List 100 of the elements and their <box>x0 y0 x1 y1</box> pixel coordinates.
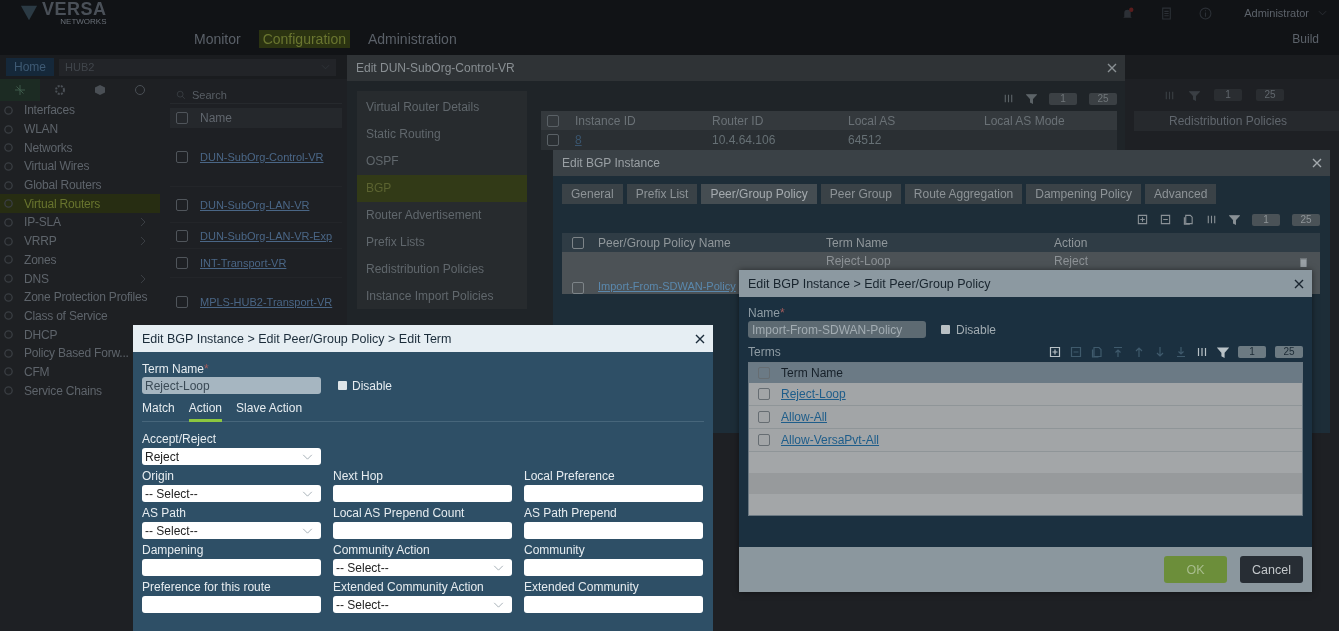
select-field[interactable]: Reject <box>142 448 321 465</box>
tab[interactable]: Peer Group <box>820 184 901 204</box>
tab[interactable]: Prefix List <box>626 184 698 204</box>
checkbox[interactable] <box>572 282 584 294</box>
text-field[interactable] <box>524 596 703 613</box>
sidebar-item[interactable]: WLAN <box>0 119 60 139</box>
columns-icon[interactable] <box>1196 345 1208 358</box>
text-field[interactable] <box>142 559 321 576</box>
trash-icon[interactable] <box>1300 258 1307 267</box>
instance-link[interactable]: 8 <box>575 133 712 147</box>
checkbox[interactable] <box>941 325 950 334</box>
close-icon[interactable] <box>695 333 705 344</box>
checkbox[interactable] <box>572 236 584 249</box>
checkbox[interactable] <box>176 229 188 242</box>
select-field[interactable]: -- Select-- <box>142 485 321 502</box>
router-link[interactable]: MPLS-HUB2-Transport-VR <box>200 295 333 308</box>
menu-item[interactable]: Prefix Lists <box>357 229 527 256</box>
tab[interactable]: Slave Action <box>236 401 303 422</box>
nav-tab[interactable]: Administration <box>363 30 461 48</box>
checkbox[interactable] <box>338 381 347 390</box>
checkbox[interactable] <box>547 114 559 127</box>
sidebar-item[interactable]: DNS <box>0 269 160 288</box>
menu-item[interactable]: Static Routing <box>357 121 527 148</box>
document-icon[interactable] <box>1160 6 1174 20</box>
sidebar-item[interactable]: DHCP <box>0 325 60 344</box>
sidebar-item[interactable]: CFM <box>0 362 52 382</box>
tab[interactable]: Route Aggregation <box>904 184 1023 204</box>
sidebar-item[interactable]: Interfaces <box>0 101 77 120</box>
nav-tab[interactable]: Configuration <box>258 30 350 48</box>
sidebar-item[interactable]: Zones <box>0 250 59 270</box>
checkbox[interactable] <box>758 411 770 423</box>
checkbox[interactable] <box>758 388 770 400</box>
tab[interactable]: General <box>562 184 623 204</box>
router-link[interactable]: DUN-SubOrg-Control-VR <box>200 151 324 163</box>
sidebar-item[interactable]: Global Routers <box>0 175 104 195</box>
arrow-up-icon[interactable] <box>1133 345 1145 358</box>
cancel-button[interactable]: Cancel <box>1240 556 1303 583</box>
checkbox[interactable] <box>176 151 188 163</box>
page-field[interactable]: 1 <box>1252 213 1280 226</box>
move-top-icon[interactable] <box>1112 345 1124 358</box>
search-field[interactable]: Search <box>170 87 342 104</box>
close-icon[interactable] <box>1294 278 1304 289</box>
bell-icon[interactable] <box>1121 6 1135 20</box>
nav-tab[interactable]: Monitor <box>190 30 245 48</box>
tab[interactable]: Peer/Group Policy <box>701 184 817 204</box>
text-field[interactable] <box>142 596 321 613</box>
menu-item[interactable]: OSPF <box>357 148 527 175</box>
router-link[interactable]: DUN-SubOrg-LAN-VR-Exp <box>200 229 333 242</box>
router-link[interactable]: DUN-SubOrg-LAN-VR <box>200 198 310 211</box>
tab[interactable]: Match <box>142 401 175 422</box>
checkbox[interactable] <box>758 434 770 446</box>
sidebar-item[interactable]: Networks <box>0 138 75 158</box>
sidebar-item[interactable]: VRRP <box>0 231 160 251</box>
checkbox[interactable] <box>547 134 559 146</box>
page-field[interactable]: 1 <box>1238 345 1266 358</box>
text-field[interactable] <box>333 522 512 539</box>
tab[interactable]: Dampening Policy <box>1026 184 1141 204</box>
sidebar-item[interactable]: IP-SLA <box>0 213 160 232</box>
checkbox[interactable] <box>176 257 188 269</box>
user-menu[interactable]: Administrator <box>1244 7 1309 19</box>
select-field[interactable]: -- Select-- <box>333 559 512 576</box>
term-name-field[interactable]: Reject-Loop <box>142 377 321 394</box>
add-icon[interactable] <box>1049 345 1061 358</box>
sidebar-item[interactable]: Zone Protection Profiles <box>0 287 150 307</box>
remove-icon[interactable] <box>1070 345 1082 358</box>
build-link[interactable]: Build <box>1292 32 1319 46</box>
text-field[interactable] <box>524 522 703 539</box>
tab[interactable]: Action <box>188 401 223 422</box>
menu-item[interactable]: Instance Import Policies <box>357 283 527 310</box>
page-size-field[interactable]: 25 <box>1256 89 1284 101</box>
checkbox[interactable] <box>176 198 188 211</box>
filter-icon[interactable] <box>1229 214 1240 225</box>
term-link[interactable]: Allow-VersaPvt-All <box>781 433 880 447</box>
page-field[interactable]: 1 <box>1214 89 1242 101</box>
text-field[interactable] <box>524 559 703 576</box>
columns-icon[interactable] <box>1206 214 1217 225</box>
sidebar-item[interactable]: Virtual Wires <box>0 157 92 176</box>
menu-item[interactable]: Router Advertisement <box>357 202 527 229</box>
name-field[interactable]: Import-From-SDWAN-Policy <box>748 321 926 338</box>
info-icon[interactable] <box>1199 6 1213 20</box>
ok-button[interactable]: OK <box>1164 556 1227 583</box>
page-size-field[interactable]: 25 <box>1292 213 1320 226</box>
sidebar-item[interactable]: Service Chains <box>0 381 104 400</box>
checkbox[interactable] <box>176 295 188 308</box>
page-size-field[interactable]: 25 <box>1275 345 1303 358</box>
policy-link[interactable]: Import-From-SDWAN-Policy <box>598 280 736 292</box>
copy-icon[interactable] <box>1183 214 1194 225</box>
copy-icon[interactable] <box>1091 345 1103 358</box>
sidebar-item[interactable]: Virtual Routers <box>0 194 160 214</box>
term-link[interactable]: Allow-All <box>781 410 827 424</box>
tab[interactable]: Advanced <box>1144 184 1217 204</box>
text-field[interactable] <box>524 485 703 502</box>
home-button[interactable]: Home <box>6 58 54 76</box>
menu-item[interactable]: Redistribution Policies <box>357 256 527 283</box>
select-field[interactable]: -- Select-- <box>142 522 321 539</box>
arrow-down-icon[interactable] <box>1154 345 1166 358</box>
add-icon[interactable] <box>1137 214 1148 225</box>
checkbox[interactable] <box>176 112 188 124</box>
cube-icon[interactable] <box>94 84 106 96</box>
text-field[interactable] <box>333 485 512 502</box>
